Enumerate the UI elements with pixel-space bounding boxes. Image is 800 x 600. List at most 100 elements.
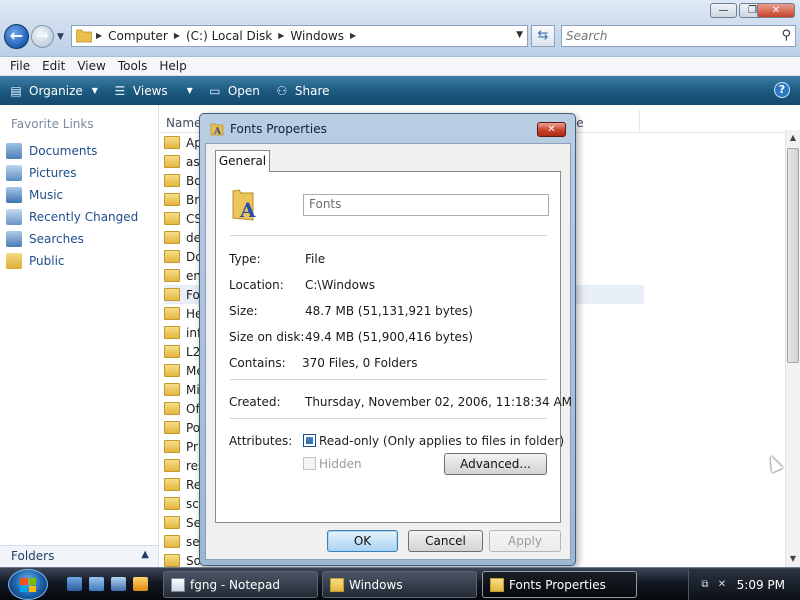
help-icon[interactable]: ?: [774, 82, 790, 98]
readonly-label[interactable]: Read-only (Only applies to files in fold…: [319, 434, 564, 448]
nav-item-label: Pictures: [29, 166, 77, 180]
folder-icon: [330, 578, 344, 592]
media-player-icon[interactable]: [133, 577, 148, 591]
task-fonts-properties[interactable]: Fonts Properties: [482, 571, 637, 598]
documents-icon: [6, 143, 22, 159]
dialog-close-button[interactable]: ✕: [537, 122, 566, 137]
task-label: fgng - Notepad: [190, 578, 281, 592]
menu-tools[interactable]: Tools: [112, 57, 154, 75]
nav-item-label: Documents: [29, 144, 98, 158]
nav-item-label: Recently Changed: [29, 210, 139, 224]
open-button[interactable]: ▭ Open: [205, 80, 268, 102]
favorite-links-list: Documents Pictures Music Recently Change…: [6, 140, 156, 272]
switch-windows-icon[interactable]: [89, 577, 104, 591]
title-address-bar: — ❐ ✕ ← → ▼ ▶ Computer ▶ (C:) Local Disk…: [0, 0, 800, 57]
cancel-button[interactable]: Cancel: [408, 530, 483, 552]
menu-file[interactable]: File: [4, 57, 36, 75]
size-value: 48.7 MB (51,131,921 bytes): [305, 304, 473, 318]
breadcrumb-separator-icon[interactable]: ▶: [96, 29, 102, 43]
nav-item-label: Public: [29, 254, 65, 268]
favorite-links-heading: Favorite Links: [11, 117, 94, 131]
nav-item-pictures[interactable]: Pictures: [6, 162, 156, 184]
breadcrumb-item[interactable]: Computer: [108, 29, 168, 43]
menu-edit[interactable]: Edit: [36, 57, 71, 75]
breadcrumb-item[interactable]: (C:) Local Disk: [186, 29, 272, 43]
chevron-down-icon[interactable]: ▼: [187, 86, 193, 95]
chevron-up-icon: ▲: [141, 549, 149, 560]
clock[interactable]: 5:09 PM: [737, 578, 785, 592]
refresh-button[interactable]: ⇆: [531, 25, 555, 47]
views-label: Views: [132, 83, 168, 98]
folders-toggle[interactable]: Folders ▲: [0, 545, 159, 567]
network-icon[interactable]: ⧉: [698, 578, 712, 591]
show-desktop-icon[interactable]: [67, 577, 82, 591]
folder-icon: [164, 478, 180, 491]
volume-muted-icon[interactable]: ✕: [715, 578, 729, 591]
readonly-checkbox[interactable]: [303, 434, 316, 447]
search-icon[interactable]: ⚲: [781, 28, 791, 43]
task-label: Fonts Properties: [509, 578, 606, 592]
menu-help[interactable]: Help: [153, 57, 192, 75]
folder-icon: [164, 516, 180, 529]
nav-item-public[interactable]: Public: [6, 250, 156, 272]
fonts-folder-icon: A: [210, 123, 224, 136]
folder-name-field[interactable]: Fonts: [303, 194, 549, 216]
task-windows-explorer[interactable]: Windows: [322, 571, 477, 598]
address-bar[interactable]: ▶ Computer ▶ (C:) Local Disk ▶ Windows ▶…: [71, 25, 528, 47]
type-label: Type:: [229, 252, 261, 266]
folders-label: Folders: [11, 549, 55, 563]
nav-item-searches[interactable]: Searches: [6, 228, 156, 250]
back-button[interactable]: ←: [4, 24, 29, 49]
hidden-checkbox[interactable]: [303, 457, 316, 470]
scrollbar-thumb[interactable]: [787, 148, 799, 363]
internet-explorer-icon[interactable]: [111, 577, 126, 591]
close-window-button[interactable]: ✕: [757, 3, 795, 18]
share-button[interactable]: ⚇ Share: [272, 80, 338, 102]
task-notepad[interactable]: fgng - Notepad: [163, 571, 318, 598]
fonts-properties-dialog: A Fonts Properties ✕ General A Fonts Typ…: [199, 113, 576, 566]
file-name: as: [186, 154, 200, 169]
recent-pages-dropdown[interactable]: ▼: [57, 32, 64, 42]
nav-item-recently-changed[interactable]: Recently Changed: [6, 206, 156, 228]
nav-item-label: Searches: [29, 232, 84, 246]
scroll-down-icon[interactable]: ▼: [786, 551, 800, 567]
folder-icon: [164, 364, 180, 377]
forward-button[interactable]: →: [31, 25, 54, 48]
command-toolbar: ▤ Organize ▼ ☰ Views ▼ ▭ Open ⚇ Share ?: [0, 76, 800, 105]
search-input[interactable]: [566, 28, 766, 44]
tab-general[interactable]: General: [215, 150, 270, 172]
searches-icon: [6, 231, 22, 247]
folder-icon: [164, 212, 180, 225]
breadcrumb-item[interactable]: Windows: [290, 29, 344, 43]
nav-item-documents[interactable]: Documents: [6, 140, 156, 162]
hidden-label[interactable]: Hidden: [319, 457, 362, 471]
breadcrumb-separator-icon[interactable]: ▶: [278, 29, 284, 43]
vertical-scrollbar[interactable]: ▲ ▼: [785, 130, 800, 567]
apply-button[interactable]: Apply: [489, 530, 561, 552]
minimize-button[interactable]: —: [710, 3, 737, 18]
breadcrumb-separator-icon[interactable]: ▶: [174, 29, 180, 43]
folder-icon: [164, 554, 180, 567]
column-divider[interactable]: [639, 110, 640, 132]
organize-button[interactable]: ▤ Organize ▼: [6, 80, 106, 102]
folder-icon: [164, 307, 180, 320]
general-tab-panel: A Fonts Type: File Location: C:\Windows …: [215, 171, 572, 523]
search-box[interactable]: ⚲: [561, 25, 796, 47]
breadcrumb-separator-icon[interactable]: ▶: [350, 29, 356, 43]
folder-icon: [164, 402, 180, 415]
views-button[interactable]: ☰ Views ▼: [110, 80, 201, 102]
advanced-button[interactable]: Advanced...: [444, 453, 547, 475]
column-header-name[interactable]: Name: [166, 116, 201, 130]
folder-icon: [164, 174, 180, 187]
address-dropdown-icon[interactable]: ▼: [516, 30, 523, 40]
folder-icon: [164, 326, 180, 339]
nav-item-music[interactable]: Music: [6, 184, 156, 206]
contains-label: Contains:: [229, 356, 286, 370]
separator: [230, 418, 547, 419]
folder-icon: [164, 193, 180, 206]
ok-button[interactable]: OK: [327, 530, 398, 552]
menu-view[interactable]: View: [71, 57, 111, 75]
start-button[interactable]: [8, 569, 48, 600]
navigation-pane: Favorite Links Documents Pictures Music …: [0, 105, 159, 567]
scroll-up-icon[interactable]: ▲: [786, 130, 800, 146]
